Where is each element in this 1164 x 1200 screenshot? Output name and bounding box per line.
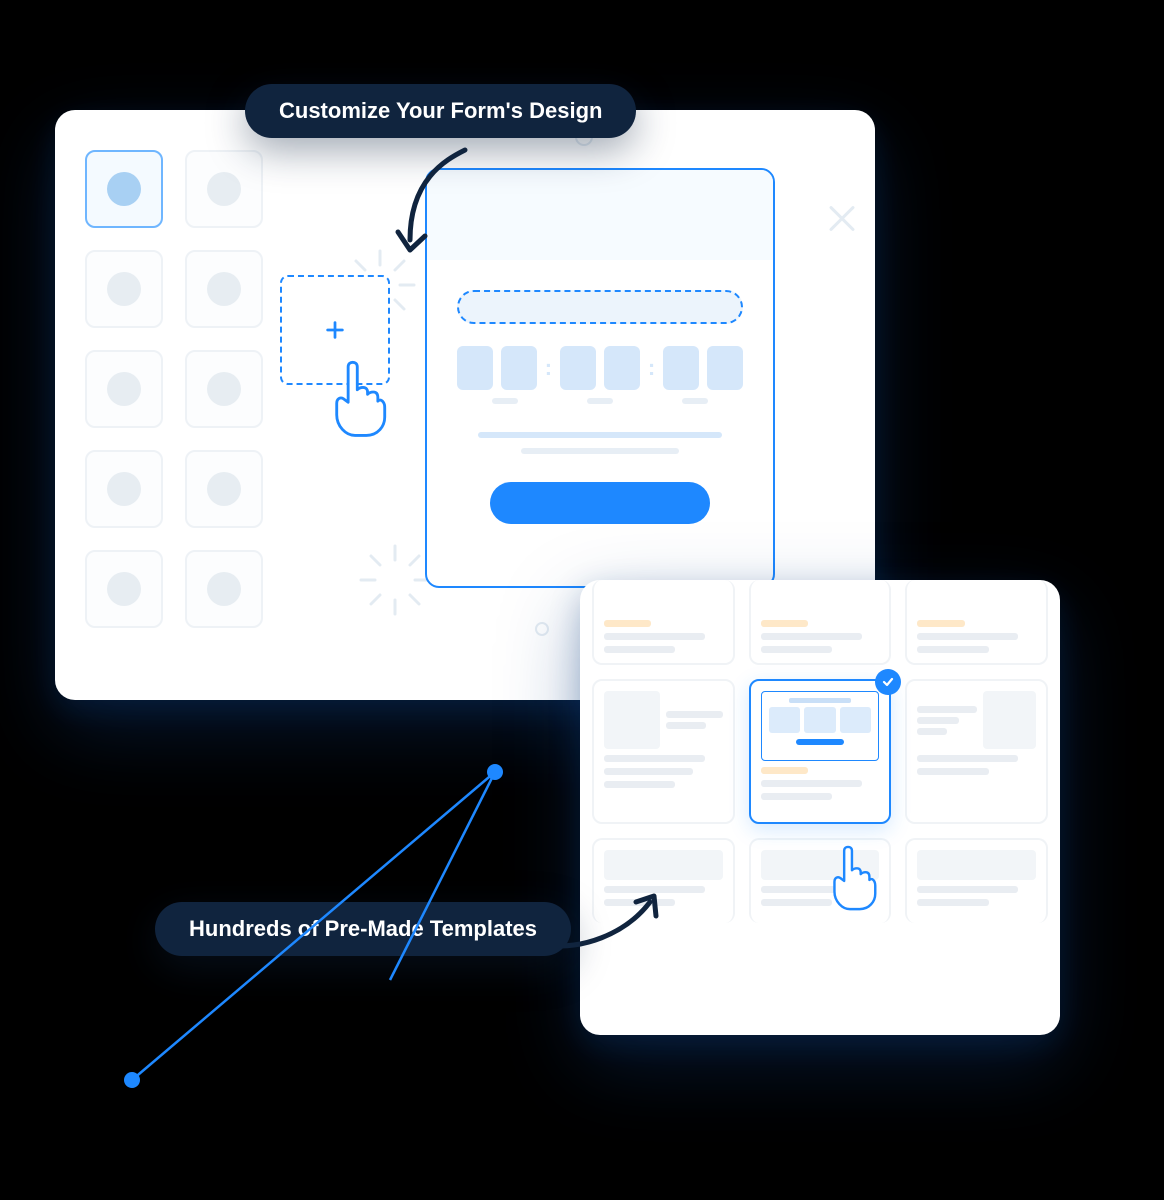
palette-option[interactable] [185, 550, 263, 628]
timer-segment [560, 346, 596, 390]
templates-label-text: Hundreds of Pre-Made Templates [189, 916, 537, 941]
add-element-button[interactable] [280, 275, 390, 385]
preview-header [427, 170, 773, 260]
text-line [521, 448, 678, 454]
template-card[interactable] [749, 838, 892, 923]
customize-label: Customize Your Form's Design [245, 84, 636, 138]
templates-label: Hundreds of Pre-Made Templates [155, 902, 571, 956]
template-card[interactable] [592, 580, 735, 665]
design-palette [85, 150, 315, 650]
timer-segment [501, 346, 537, 390]
connector-dot [487, 764, 503, 780]
template-card[interactable] [905, 838, 1048, 923]
cta-button[interactable] [490, 482, 710, 524]
timer-segment [663, 346, 699, 390]
palette-option[interactable] [85, 350, 163, 428]
plus-icon [324, 319, 346, 341]
check-icon [875, 669, 901, 695]
timer-labels [457, 398, 743, 404]
template-card[interactable] [749, 580, 892, 665]
timer-segment [604, 346, 640, 390]
template-thumb [761, 691, 880, 761]
timer-segment [457, 346, 493, 390]
deco-sparkle-icon [355, 540, 435, 620]
colon-icon: : [545, 355, 552, 381]
palette-option[interactable] [85, 450, 163, 528]
connector-dot [124, 1072, 140, 1088]
template-card[interactable] [905, 580, 1048, 665]
palette-option[interactable] [85, 550, 163, 628]
form-title-field[interactable] [457, 290, 743, 324]
palette-option[interactable] [85, 250, 163, 328]
template-card[interactable] [592, 679, 735, 824]
template-card[interactable] [592, 838, 735, 923]
template-card[interactable] [905, 679, 1048, 824]
palette-option[interactable] [185, 450, 263, 528]
customize-label-text: Customize Your Form's Design [279, 98, 602, 123]
palette-option[interactable] [85, 150, 163, 228]
palette-option[interactable] [185, 250, 263, 328]
colon-icon: : [648, 355, 655, 381]
deco-circle [535, 622, 549, 636]
palette-option[interactable] [185, 350, 263, 428]
timer-row: : : [457, 346, 743, 390]
timer-segment [707, 346, 743, 390]
template-card-selected[interactable] [749, 679, 892, 824]
palette-option[interactable] [185, 150, 263, 228]
templates-panel [580, 580, 1060, 1035]
form-preview: : : [425, 168, 775, 588]
text-line [478, 432, 721, 438]
deco-x-icon [825, 200, 859, 234]
